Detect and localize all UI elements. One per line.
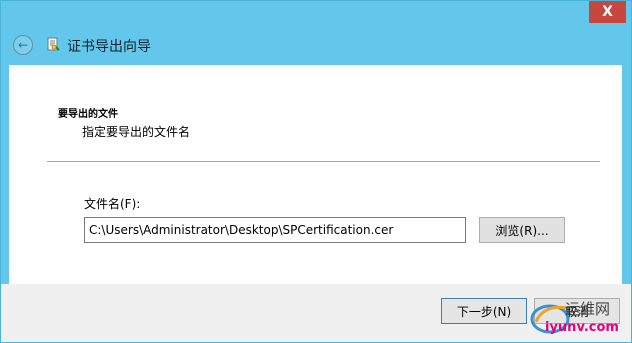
divider [47,161,600,162]
certificate-wizard-icon [47,37,60,51]
file-name-label: 文件名(F): [84,197,141,211]
section-subtitle: 指定要导出的文件名 [82,125,191,139]
section-title: 要导出的文件 [58,109,118,120]
next-button[interactable]: 下一步(N) [441,298,527,324]
titlebar: X [1,1,631,25]
watermark-brand: 运维网 [565,300,611,318]
back-arrow-icon[interactable]: ← [13,35,33,55]
browse-button[interactable]: 浏览(R)... [479,217,565,243]
file-name-input[interactable] [84,217,466,243]
wizard-content: 要导出的文件 指定要导出的文件名 文件名(F): 浏览(R)... [9,65,622,284]
watermark-domain: iyunv.com [545,320,619,335]
wizard-title: 证书导出向导 [67,39,151,55]
wizard-header: ← 证书导出向导 [1,25,631,65]
close-button[interactable]: X [589,1,626,23]
